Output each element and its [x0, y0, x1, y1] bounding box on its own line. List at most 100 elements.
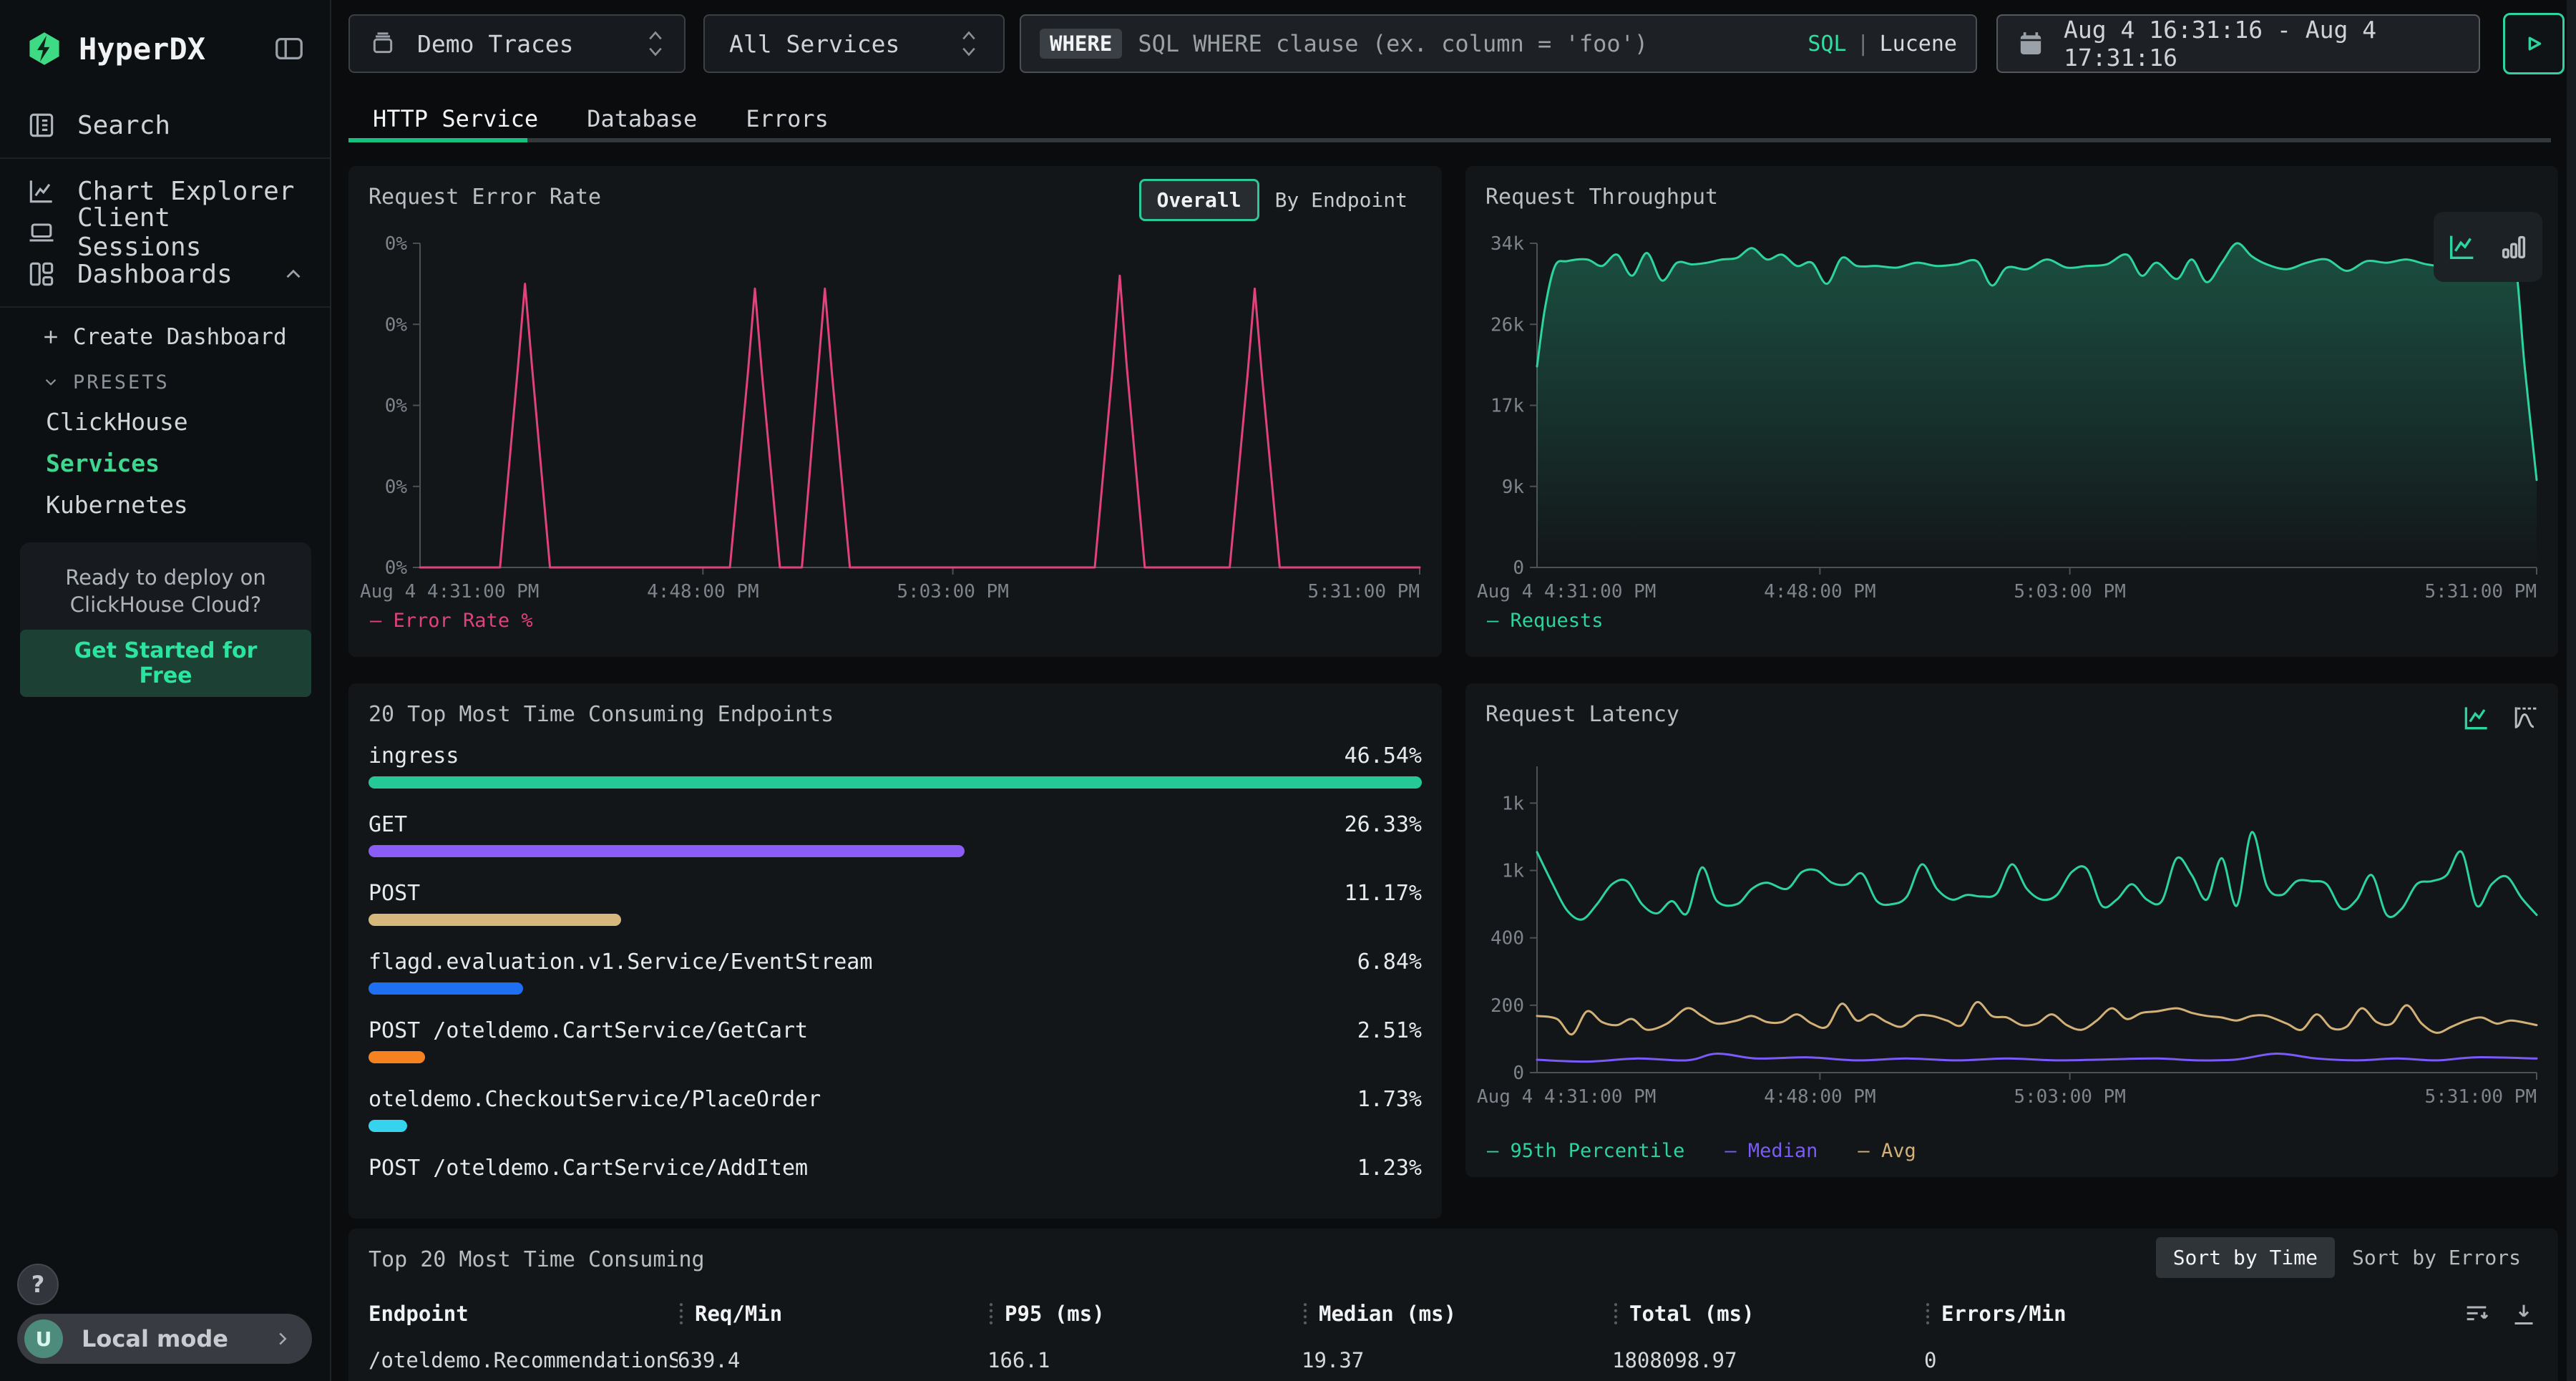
- service-select[interactable]: All Services: [703, 14, 1005, 73]
- svg-text:34k: 34k: [1491, 233, 1524, 255]
- column-header-req-min[interactable]: Req/Min: [678, 1301, 987, 1327]
- presets-toggle[interactable]: PRESETS: [0, 366, 330, 398]
- chart-type-toolbar: [2434, 212, 2542, 282]
- legend-item: — 95th Percentile: [1487, 1140, 1684, 1162]
- endpoint-row[interactable]: POST /oteldemo.CartService/AddItem1.23%: [369, 1154, 1422, 1219]
- search-input[interactable]: WHERE SQL WHERE clause (ex. column = 'fo…: [1020, 14, 1977, 73]
- laptop-icon: [26, 217, 57, 248]
- column-grip-icon[interactable]: [1924, 1301, 1931, 1327]
- column-header-endpoint[interactable]: Endpoint: [369, 1302, 678, 1326]
- svg-text:0%: 0%: [385, 477, 408, 498]
- endpoint-bar: [369, 914, 621, 926]
- select-chevrons-icon: [645, 29, 665, 59]
- svg-text:5:03:00 PM: 5:03:00 PM: [2014, 581, 2126, 602]
- presets-label: PRESETS: [73, 371, 170, 394]
- user-menu[interactable]: U Local mode: [17, 1314, 312, 1364]
- sidebar-item-kubernetes[interactable]: Kubernetes: [0, 487, 330, 522]
- endpoint-bar: [369, 1051, 425, 1063]
- column-grip-icon[interactable]: [987, 1301, 995, 1327]
- mode-separator: |: [1857, 31, 1870, 57]
- column-header-errors-min[interactable]: Errors/Min: [1924, 1301, 2538, 1327]
- app-title: HyperDX: [79, 31, 273, 67]
- hyperdx-logo-icon: [26, 30, 63, 67]
- preset-label: Services: [46, 449, 160, 477]
- throughput-chart[interactable]: 09k17k26k34kAug 4 4:31:00 PM4:48:00 PM5:…: [1471, 232, 2548, 607]
- error-rate-view-toggle: Overall By Endpoint: [1139, 179, 1423, 221]
- column-grip-icon[interactable]: [1302, 1301, 1309, 1327]
- column-grip-icon[interactable]: [678, 1301, 685, 1327]
- download-icon[interactable]: [2509, 1300, 2538, 1329]
- endpoint-bar: [369, 845, 965, 857]
- scrollbar[interactable]: [2567, 0, 2576, 1381]
- sidebar-item-dashboards[interactable]: Dashboards: [0, 253, 330, 295]
- tab-errors[interactable]: Errors: [721, 100, 853, 137]
- endpoint-label: POST /oteldemo.CartService/AddItem: [369, 1156, 808, 1181]
- column-header-total[interactable]: Total (ms): [1612, 1301, 1924, 1327]
- endpoint-label: oteldemo.CheckoutService/PlaceOrder: [369, 1087, 821, 1112]
- cell-p95: 166.1: [987, 1348, 1302, 1372]
- endpoint-row[interactable]: POST11.17%: [369, 879, 1422, 948]
- endpoint-row[interactable]: oteldemo.CheckoutService/PlaceOrder1.73%: [369, 1085, 1422, 1154]
- endpoint-row[interactable]: flagd.evaluation.v1.Service/EventStream6…: [369, 948, 1422, 1017]
- chevron-up-icon: [281, 262, 306, 286]
- get-started-button[interactable]: Get Started for Free: [20, 630, 311, 697]
- sidebar-item-search[interactable]: Search: [0, 104, 330, 146]
- latency-legend: — 95th Percentile — Median — Avg: [1487, 1140, 1916, 1162]
- help-button[interactable]: ?: [17, 1264, 59, 1305]
- line-chart-icon[interactable]: [2446, 230, 2479, 263]
- by-endpoint-toggle-button[interactable]: By Endpoint: [1259, 181, 1423, 219]
- sort-by-errors-button[interactable]: Sort by Errors: [2335, 1237, 2538, 1278]
- clickhouse-cloud-promo: Ready to deploy on ClickHouse Cloud? Get…: [20, 542, 311, 677]
- row-wrap-icon[interactable]: [2462, 1300, 2491, 1329]
- svg-text:400: 400: [1491, 928, 1524, 950]
- card-title: 20 Top Most Time Consuming Endpoints: [369, 702, 834, 727]
- source-select[interactable]: Demo Traces: [348, 14, 686, 73]
- table-row[interactable]: /oteldemo.RecommendationServ 639.4 166.1…: [369, 1345, 2538, 1376]
- endpoint-percent: 46.54%: [1345, 743, 1422, 768]
- request-throughput-card: Request Throughput 09k17k26k34kAug 4 4:3…: [1465, 166, 2558, 657]
- overall-toggle-button[interactable]: Overall: [1139, 179, 1259, 221]
- endpoint-row[interactable]: POST /oteldemo.CartService/GetCart2.51%: [369, 1017, 1422, 1085]
- histogram-icon[interactable]: [2509, 702, 2541, 733]
- request-error-rate-card: Request Error Rate Overall By Endpoint 0…: [348, 166, 1442, 657]
- create-dashboard-label: Create Dashboard: [73, 324, 287, 350]
- svg-text:5:03:00 PM: 5:03:00 PM: [897, 581, 1009, 602]
- sidebar-item-services[interactable]: Services: [0, 445, 330, 481]
- svg-text:0: 0: [1513, 557, 1524, 579]
- tab-database[interactable]: Database: [562, 100, 721, 137]
- user-mode-label: Local mode: [82, 1325, 272, 1352]
- select-chevrons-icon: [959, 29, 979, 59]
- sidebar-item-client-sessions[interactable]: Client Sessions: [0, 212, 330, 253]
- create-dashboard-button[interactable]: Create Dashboard: [0, 319, 330, 355]
- svg-text:5:31:00 PM: 5:31:00 PM: [2424, 1086, 2537, 1108]
- svg-text:1k: 1k: [1502, 793, 1525, 814]
- endpoint-bar: [369, 1120, 407, 1132]
- chart-type-toolbar: [2461, 702, 2541, 733]
- endpoint-label: POST: [369, 881, 420, 906]
- live-tail-button[interactable]: [2503, 13, 2565, 74]
- time-range-value: Aug 4 16:31:16 - Aug 4 17:31:16: [2064, 16, 2460, 72]
- lucene-mode-toggle[interactable]: Lucene: [1880, 31, 1957, 57]
- active-tab-underline: [348, 138, 527, 142]
- endpoint-row[interactable]: GET26.33%: [369, 811, 1422, 879]
- tab-http-service[interactable]: HTTP Service: [348, 100, 562, 137]
- error-rate-chart[interactable]: 0%0%0%0%0%Aug 4 4:31:00 PM4:48:00 PM5:03…: [354, 232, 1431, 607]
- bar-chart-icon[interactable]: [2497, 230, 2530, 263]
- plus-icon: [40, 326, 62, 348]
- column-header-median[interactable]: Median (ms): [1302, 1301, 1612, 1327]
- svg-text:0%: 0%: [385, 314, 408, 336]
- sql-mode-toggle[interactable]: SQL: [1807, 31, 1846, 57]
- legend-item: — Median: [1724, 1140, 1818, 1162]
- sidebar-item-label: Search: [77, 111, 306, 140]
- time-range-picker[interactable]: Aug 4 16:31:16 - Aug 4 17:31:16: [1996, 14, 2480, 73]
- endpoint-row[interactable]: ingress46.54%: [369, 742, 1422, 811]
- database-icon: [369, 29, 397, 58]
- top-endpoints-card: 20 Top Most Time Consuming Endpoints ing…: [348, 683, 1442, 1219]
- column-grip-icon[interactable]: [1612, 1301, 1619, 1327]
- sidebar-collapse-button[interactable]: [273, 32, 306, 65]
- line-chart-icon[interactable]: [2461, 702, 2492, 733]
- latency-chart[interactable]: 02004001k1kAug 4 4:31:00 PM4:48:00 PM5:0…: [1471, 755, 2548, 1113]
- column-header-p95[interactable]: P95 (ms): [987, 1301, 1302, 1327]
- sidebar-item-clickhouse[interactable]: ClickHouse: [0, 404, 330, 439]
- sort-by-time-button[interactable]: Sort by Time: [2156, 1237, 2335, 1278]
